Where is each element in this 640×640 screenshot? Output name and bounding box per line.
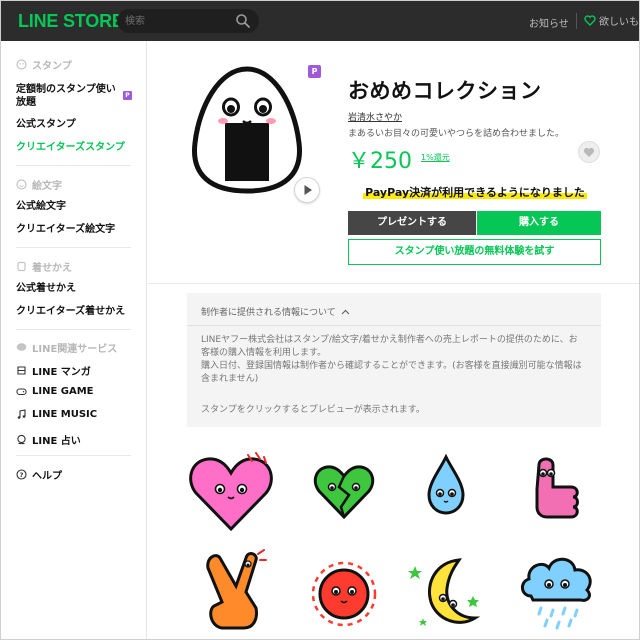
sidebar-item-label-line2: 放題 [16, 97, 36, 108]
preview-hint: スタンプをクリックするとプレビューが表示されます。 [201, 405, 425, 415]
wishlist-label: 欲しいも [599, 17, 639, 28]
sidebar-section-theme-label: 着せかえ [32, 263, 72, 274]
sidebar-item-label: LINE マンガ [32, 367, 91, 378]
heart-outline-icon [584, 15, 596, 26]
manga-icon [17, 366, 26, 375]
sidebar-section-emoji: 絵文字 [16, 177, 62, 192]
sidebar-item-help[interactable]: ? ヘルプ [16, 467, 62, 482]
premium-badge: P [308, 65, 321, 78]
product-description: まあるいお目々の可愛いやつらを詰め合わせました。 [348, 129, 565, 139]
play-icon [304, 185, 312, 195]
sidebar-item-label: LINE 占い [32, 436, 81, 447]
emoji-icon [16, 179, 27, 190]
page-frame: LINE STORE お知らせ 欲しいも スタンプ 定額制のスタンプ使い 放題 … [0, 0, 640, 640]
play-preview-button[interactable] [294, 177, 320, 203]
product-title: おめめコレクション [348, 79, 542, 103]
sticker-pink-thumbs-up[interactable] [511, 449, 601, 539]
sidebar-item-official-theme[interactable]: 公式着せかえ [16, 282, 76, 295]
sticker-orange-peace-hand[interactable] [186, 546, 276, 636]
product-main-image[interactable] [191, 63, 303, 197]
theme-icon [17, 261, 26, 272]
paypay-notice-text: PayPay決済が利用できるようになりました [363, 186, 587, 199]
sidebar-section-emoji-label: 絵文字 [32, 181, 62, 192]
sidebar-section-sticker-label: スタンプ [32, 61, 72, 72]
sidebar-item-label: ヘルプ [32, 471, 62, 482]
sidebar-divider [16, 329, 131, 330]
paypay-notice: PayPay決済が利用できるようになりました [349, 184, 601, 200]
top-header: LINE STORE お知らせ 欲しいも [1, 1, 639, 41]
free-trial-button[interactable]: スタンプ使い放題の無料体験を試す [348, 239, 601, 265]
sidebar-divider [16, 247, 131, 248]
sidebar-item-label-line1: 定額制のスタンプ使い [16, 84, 116, 95]
creator-info-heading: 制作者に提供される情報について [201, 308, 336, 318]
sidebar-item-official-sticker[interactable]: 公式スタンプ [16, 118, 76, 131]
premium-badge: P [123, 91, 132, 100]
author-link[interactable]: 岩清水さやか [348, 110, 402, 123]
line-store-logo[interactable]: LINE STORE [18, 11, 124, 32]
info-divider [187, 325, 601, 326]
sticker-crying-cloud[interactable] [511, 546, 601, 636]
sticker-red-sun[interactable] [299, 546, 389, 636]
sticker-broken-green-heart[interactable] [299, 449, 389, 539]
sidebar-item-line-fortune[interactable]: LINE 占い [16, 432, 81, 447]
sidebar-divider [16, 165, 131, 166]
sidebar-section-services-label: LINE関連サービス [32, 344, 118, 355]
music-note-icon [17, 409, 26, 419]
sidebar-item-label: LINE MUSIC [32, 409, 98, 420]
sidebar-item-creators-theme[interactable]: クリエイターズ着せかえ [16, 305, 125, 318]
sidebar-item-line-manga[interactable]: LINE マンガ [16, 363, 91, 378]
search-box[interactable] [117, 9, 259, 33]
info-text-line: 含まれません) [201, 374, 259, 384]
product-price: ￥250 [348, 149, 412, 174]
sticker-blue-drop[interactable] [401, 449, 491, 539]
crystal-ball-icon [17, 434, 26, 445]
creator-info-panel: 制作者に提供される情報について LINEヤフー株式会社はスタンプ/絵文字/着せか… [187, 293, 601, 427]
chevron-up-icon [341, 309, 350, 314]
game-icon [16, 388, 27, 396]
point-refund-link[interactable]: 1%還元 [421, 152, 450, 163]
sidebar-divider [16, 455, 131, 456]
favorite-button[interactable] [578, 141, 600, 163]
sidebar: スタンプ 定額制のスタンプ使い 放題 P 公式スタンプ クリエイターズスタンプ … [1, 41, 147, 639]
help-icon: ? [16, 469, 27, 480]
sidebar-item-creators-emoji[interactable]: クリエイターズ絵文字 [16, 223, 115, 236]
sidebar-item-line-game[interactable]: LINE GAME [16, 386, 94, 397]
sidebar-item-creators-sticker[interactable]: クリエイターズスタンプ [16, 141, 125, 154]
creator-info-toggle[interactable]: 制作者に提供される情報について [201, 305, 350, 318]
gift-button[interactable]: プレゼントする [348, 211, 476, 235]
notice-link[interactable]: お知らせ [529, 15, 569, 30]
info-text-line: 購入日付、登録国情報は制作者から確認することができます。(お客様を直接識別可能な… [201, 361, 582, 371]
line-bubble-icon [16, 343, 27, 351]
info-text-line: LINEヤフー株式会社はスタンプ/絵文字/着せかえ制作者への売上レポートの提供の… [201, 335, 578, 345]
sidebar-item-official-emoji[interactable]: 公式絵文字 [16, 200, 66, 213]
section-divider [148, 283, 639, 284]
search-input[interactable] [125, 12, 233, 30]
sidebar-section-sticker: スタンプ [16, 57, 72, 72]
search-icon[interactable] [235, 13, 251, 29]
sidebar-item-sticker-premium[interactable]: 定額制のスタンプ使い 放題 [16, 83, 116, 109]
wishlist-link[interactable]: 欲しいも [584, 13, 639, 28]
heart-icon [583, 147, 595, 157]
sticker-pink-heart[interactable] [186, 449, 276, 539]
sticker-icon [16, 59, 27, 70]
header-divider [576, 13, 577, 29]
sidebar-section-theme: 着せかえ [16, 259, 72, 274]
sidebar-section-services: LINE関連サービス [16, 340, 117, 355]
info-text-line: 客様の購入情報を利用します。 [201, 348, 327, 358]
buy-button[interactable]: 購入する [477, 211, 601, 235]
sticker-yellow-moon[interactable] [401, 546, 491, 636]
sidebar-item-line-music[interactable]: LINE MUSIC [16, 409, 97, 420]
svg-text:?: ? [20, 471, 24, 479]
sidebar-item-label: LINE GAME [32, 386, 94, 397]
